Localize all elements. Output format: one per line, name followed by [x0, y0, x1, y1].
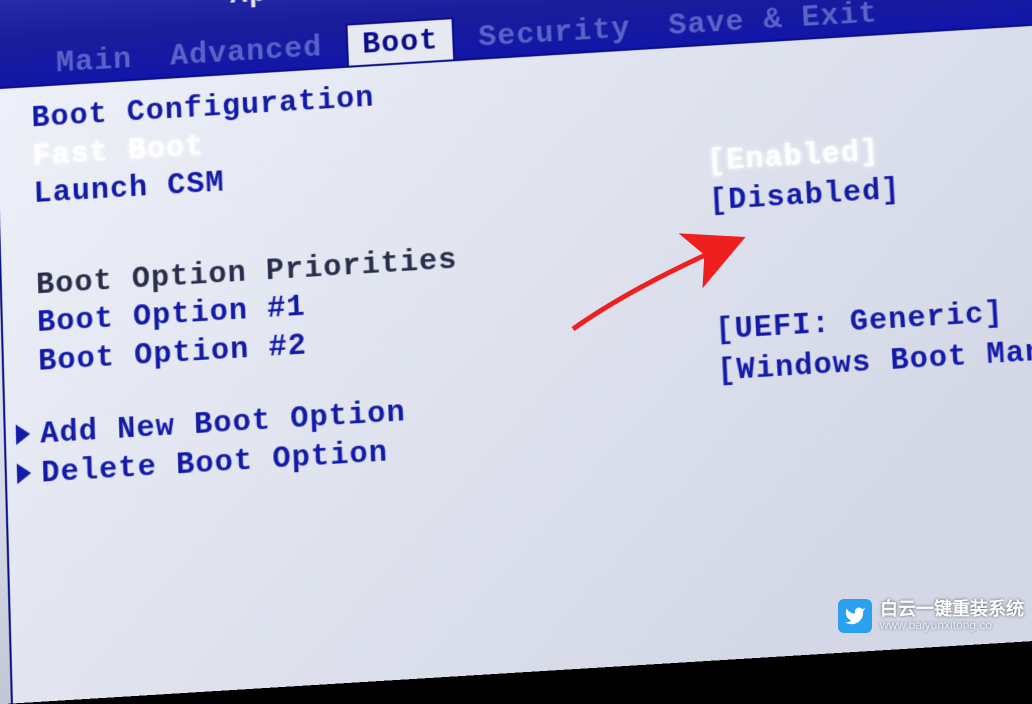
- watermark-text: 白云一键重装系统 www.baiyunxitong.co: [880, 600, 1024, 631]
- watermark-line2: www.baiyunxitong.co: [880, 619, 1024, 632]
- watermark-logo-icon: [838, 599, 872, 633]
- watermark-line1: 白云一键重装系统: [880, 600, 1024, 619]
- tab-main[interactable]: Main: [42, 38, 147, 84]
- caret-icon: [16, 424, 31, 445]
- caret-icon: [17, 462, 32, 483]
- watermark: 白云一键重装系统 www.baiyunxitong.co: [838, 599, 1024, 633]
